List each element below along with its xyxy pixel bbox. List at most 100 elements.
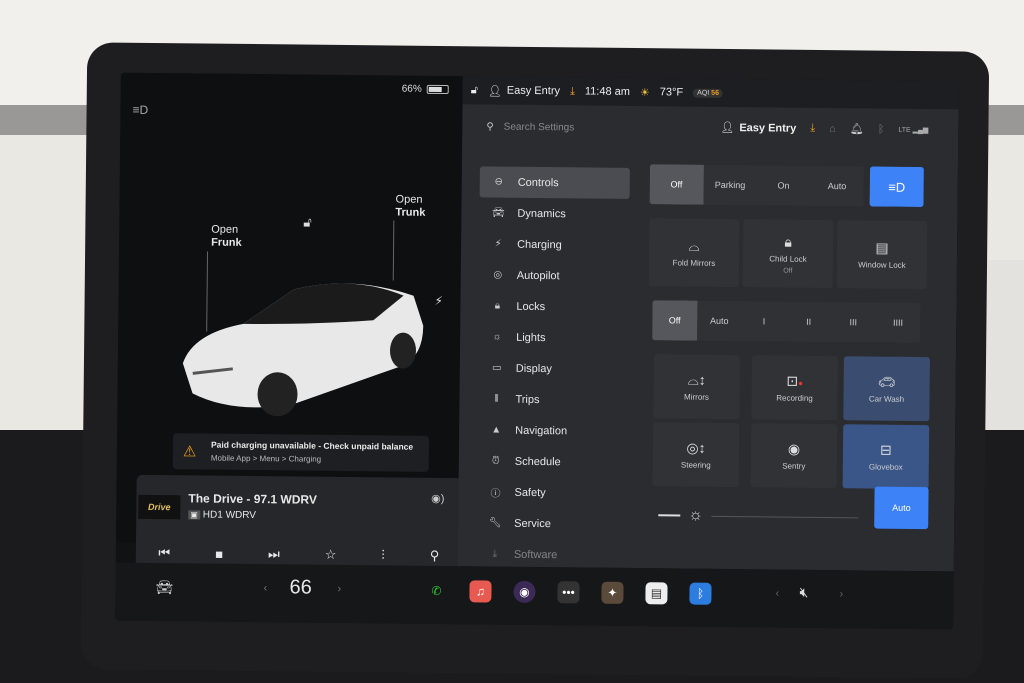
bell-icon[interactable]: 🔔︎ (850, 122, 864, 135)
search-icon: ⚲ (486, 120, 494, 133)
trips-icon: ⫴ (494, 393, 499, 405)
audio-source-icon[interactable]: ◉) (431, 492, 444, 505)
lights-option-parking[interactable]: Parking (703, 164, 757, 206)
lights-option-on[interactable]: On (756, 165, 811, 206)
menu-label: Software (513, 548, 558, 561)
music-icon[interactable]: ♫ (469, 580, 492, 603)
open-trunk-button[interactable]: Open Trunk (395, 194, 425, 220)
settings-menu-item-trips[interactable]: ⫴ Trips (477, 383, 627, 416)
steering-button[interactable]: ◎↕ Steering (652, 422, 740, 488)
car-wash-button[interactable]: 🚗︎ Car Wash (843, 356, 930, 422)
settings-panel: 🔓︎ 👤︎ Easy Entry ⤓ 11:48 am ☀ 73°F AQI 56… (457, 76, 959, 572)
lightning-icon[interactable]: ⚡︎ (434, 294, 443, 308)
settings-profile-button[interactable]: 👤︎ Easy Entry (720, 121, 796, 135)
menu-label: Dynamics (517, 207, 566, 220)
headlight-toggle-button[interactable]: ≡D (869, 166, 924, 208)
media-search-button[interactable]: ⚲ (430, 548, 440, 564)
garage-icon[interactable]: ⌂ (829, 123, 836, 135)
car-image (182, 283, 424, 417)
glovebox-button[interactable]: ⊟ Glovebox (842, 424, 930, 490)
settings-menu-item-display[interactable]: ▭ Display (478, 352, 628, 385)
fold-mirrors-button[interactable]: ⌓ Fold Mirrors (648, 218, 740, 288)
controls-content: Off Parking On Auto ≡D ⌓ Fold Mirrors 🔒︎ Chil… (648, 164, 940, 530)
status-bar: 🔓︎ 👤︎ Easy Entry ⤓ 11:48 am ☀ 73°F AQI 56 (462, 76, 959, 110)
equalizer-button[interactable]: ⫶ (381, 547, 384, 563)
trunk-label: Trunk (395, 206, 426, 219)
settings-menu-item-safety[interactable]: ⓘ Safety (476, 476, 626, 509)
settings-menu-item-controls[interactable]: ⊖ Controls (479, 166, 630, 199)
camera-icon[interactable]: ◉ (513, 580, 536, 603)
mirror-adjust-icon: ⌓↕ (687, 371, 706, 388)
mute-icon[interactable]: 🔇︎ (799, 584, 808, 601)
bottom-dock: 🚘︎ ‹ 66 › ✆ ♫ ◉ ••• ✦ ▤ ᛒ ‹ 🔇︎ › (115, 562, 954, 630)
warning-icon: ⚠ (182, 443, 197, 461)
media-player: Drive The Drive - 97.1 WDRV ▣ HD1 WDRV ◉)… (135, 474, 463, 577)
window-lock-button[interactable]: ▤ Window Lock (836, 220, 928, 290)
favorite-button[interactable]: ☆ (325, 547, 337, 563)
wiper-option-1[interactable]: Auto (696, 300, 742, 342)
display-icon: ▭ (492, 362, 502, 374)
volume-down-button[interactable]: ‹ (775, 588, 779, 600)
source-label: HD1 WDRV (202, 509, 257, 522)
download-icon[interactable]: ⤓ (810, 122, 815, 135)
previous-button[interactable]: ⏮︎ (158, 545, 170, 561)
info-icon: ⓘ (490, 488, 501, 500)
wiper-option-2[interactable]: I (741, 301, 787, 342)
wiper-option-0[interactable]: Off (652, 300, 698, 341)
settings-menu-item-lights[interactable]: ☼ Lights (478, 321, 628, 354)
temp-up-button[interactable]: › (337, 583, 341, 595)
stop-button[interactable]: ■ (215, 546, 223, 561)
alert-subtitle: Mobile App > Menu > Charging (210, 453, 322, 464)
cabin-temperature: 66 (289, 576, 312, 599)
sun-icon: ☼ (492, 331, 502, 343)
bluetooth-icon[interactable]: ᛒ (689, 582, 712, 605)
settings-menu: ⊖ Controls 🚘︎ Dynamics ⚡︎ Charging ◎ Autopilot 🔒… (476, 166, 630, 571)
wiper-option-3[interactable]: II (786, 301, 832, 343)
slider-track (710, 515, 859, 518)
mirrors-button[interactable]: ⌓↕ Mirrors (653, 354, 740, 420)
mirror-icon: ⌓ (688, 237, 700, 254)
radio-icon: ▣ (188, 510, 200, 520)
wiper-option-5[interactable]: IIII (875, 302, 921, 344)
settings-menu-item-service[interactable]: 🔧︎ Service (476, 507, 626, 540)
menu-label: Display (515, 362, 552, 375)
frunk-label: Frunk (211, 236, 242, 249)
unlocked-icon[interactable]: 🔓︎ (303, 215, 312, 231)
lights-option-off[interactable]: Off (649, 164, 704, 205)
settings-menu-item-schedule[interactable]: ⏰︎ Schedule (477, 445, 627, 478)
brightness-auto-button[interactable]: Auto (874, 486, 929, 530)
settings-menu-item-locks[interactable]: 🔒︎ Locks (478, 290, 628, 323)
next-button[interactable]: ⏭︎ (268, 546, 280, 562)
lights-option-auto[interactable]: Auto (810, 165, 864, 207)
outside-temperature: 73°F (659, 86, 684, 99)
download-icon: ⤓ (492, 548, 498, 560)
brightness-icon: ☼ (688, 506, 704, 524)
menu-label: Service (514, 517, 551, 530)
open-frunk-button[interactable]: Open Frunk (211, 224, 242, 250)
alert-banner[interactable]: ⚠ Paid charging unavailable - Check unpa… (172, 433, 430, 472)
notes-icon[interactable]: ▤ (645, 582, 668, 605)
auto-headlight-icon: ≡D (132, 102, 149, 117)
settings-menu-item-autopilot[interactable]: ◎ Autopilot (479, 259, 629, 292)
settings-menu-item-charging[interactable]: ⚡︎ Charging (479, 228, 629, 261)
lock-icon[interactable]: 🔓︎ (471, 84, 478, 97)
profile-button[interactable]: 👤︎ Easy Entry (488, 84, 560, 98)
sentry-button[interactable]: ◉ Sentry (750, 423, 838, 489)
brightness-slider[interactable]: ☼ (658, 500, 859, 532)
phone-icon[interactable]: ✆ (425, 580, 447, 602)
settings-menu-item-dynamics[interactable]: 🚘︎ Dynamics (479, 197, 629, 230)
car-icon[interactable]: 🚘︎ (155, 579, 173, 596)
wiper-option-4[interactable]: III (830, 302, 876, 343)
settings-menu-item-navigation[interactable]: ▲ Navigation (477, 414, 627, 447)
open-label: Open (395, 193, 423, 206)
station-name: The Drive - 97.1 WDRV (188, 491, 317, 507)
wheel-icon: ◎ (493, 269, 503, 281)
recording-button[interactable]: ⊡● Recording (751, 355, 838, 421)
temp-down-button[interactable]: ‹ (263, 582, 267, 594)
games-icon[interactable]: ✦ (601, 581, 624, 604)
child-lock-button[interactable]: 🔒︎ Child Lock Off (742, 219, 834, 289)
more-apps-icon[interactable]: ••• (557, 581, 580, 604)
window-lock-icon: ▤ (875, 239, 889, 256)
volume-up-button[interactable]: › (839, 588, 843, 600)
toggle-icon: ⊖ (494, 176, 504, 188)
